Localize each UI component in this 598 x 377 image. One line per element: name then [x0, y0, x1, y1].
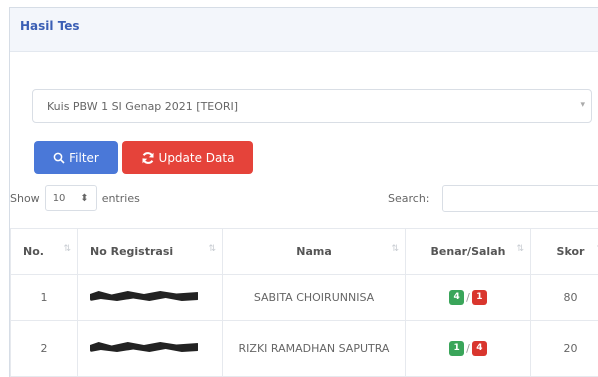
search-input[interactable] — [442, 185, 598, 212]
search-icon — [53, 152, 65, 164]
quiz-select[interactable]: Kuis PBW 1 SI Genap 2021 [TEORI] ▾ — [32, 89, 592, 123]
column-header-no-registrasi[interactable]: No Registrasi ⇅ — [77, 228, 223, 275]
entries-length-value: 10 — [52, 192, 66, 204]
search-label: Search: — [388, 192, 430, 205]
student-name: RIZKI RAMADHAN SAPUTRA — [222, 320, 406, 377]
sort-icon: ⇅ — [391, 244, 399, 254]
score: 20 — [530, 320, 598, 377]
correct-count-badge: 4 — [449, 290, 465, 305]
entries-length-select[interactable]: 10 ⬍ — [44, 185, 97, 211]
show-label: Show — [10, 191, 40, 205]
updown-icon: ⬍ — [80, 192, 89, 204]
card-title: Hasil Tes — [20, 19, 80, 33]
score: 80 — [530, 274, 598, 321]
sort-icon: ⇅ — [516, 244, 524, 254]
table-row: 1 SABITA CHOIRUNNISA 4/1 80 — [10, 274, 598, 321]
quiz-select-value: Kuis PBW 1 SI Genap 2021 [TEORI] — [47, 99, 239, 113]
column-header-no[interactable]: No. ⇅ — [10, 228, 78, 275]
refresh-icon — [142, 151, 154, 164]
student-name: SABITA CHOIRUNNISA — [222, 274, 406, 321]
registration-number-redacted — [77, 274, 223, 321]
table-row: 2 RIZKI RAMADHAN SAPUTRA 1/4 20 — [10, 320, 598, 377]
entries-label: entries — [101, 191, 140, 205]
registration-number-redacted — [77, 320, 223, 377]
results-table: No. ⇅ No Registrasi ⇅ Nama ⇅ Benar/Salah ⇅ S… — [10, 228, 598, 377]
column-header-nama[interactable]: Nama ⇅ — [222, 228, 406, 275]
row-number: 1 — [10, 274, 78, 321]
filter-button[interactable]: Filter — [34, 141, 118, 174]
row-number: 2 — [10, 320, 78, 377]
wrong-count-badge: 4 — [471, 341, 487, 356]
sort-icon: ⇅ — [63, 244, 71, 254]
update-data-button-label: Update Data — [158, 150, 235, 165]
wrong-count-badge: 1 — [471, 290, 487, 305]
table-header-row: No. ⇅ No Registrasi ⇅ Nama ⇅ Benar/Salah ⇅ S… — [10, 228, 598, 275]
sort-icon: ⇅ — [208, 244, 216, 254]
column-header-skor[interactable]: Skor⇅ — [530, 228, 598, 275]
column-header-benar-salah[interactable]: Benar/Salah ⇅ — [405, 228, 531, 275]
benar-salah-cell: 4/1 — [405, 274, 531, 321]
correct-count-badge: 1 — [449, 341, 465, 356]
update-data-button[interactable]: Update Data — [122, 141, 253, 174]
filter-button-label: Filter — [69, 150, 99, 165]
benar-salah-cell: 1/4 — [405, 320, 531, 377]
length-control: Show 10 ⬍ entries — [10, 185, 140, 211]
card-header: Hasil Tes — [10, 8, 598, 52]
hasil-tes-card: Hasil Tes Kuis PBW 1 SI Genap 2021 [TEOR… — [9, 7, 598, 377]
chevron-down-icon: ▾ — [580, 100, 585, 110]
